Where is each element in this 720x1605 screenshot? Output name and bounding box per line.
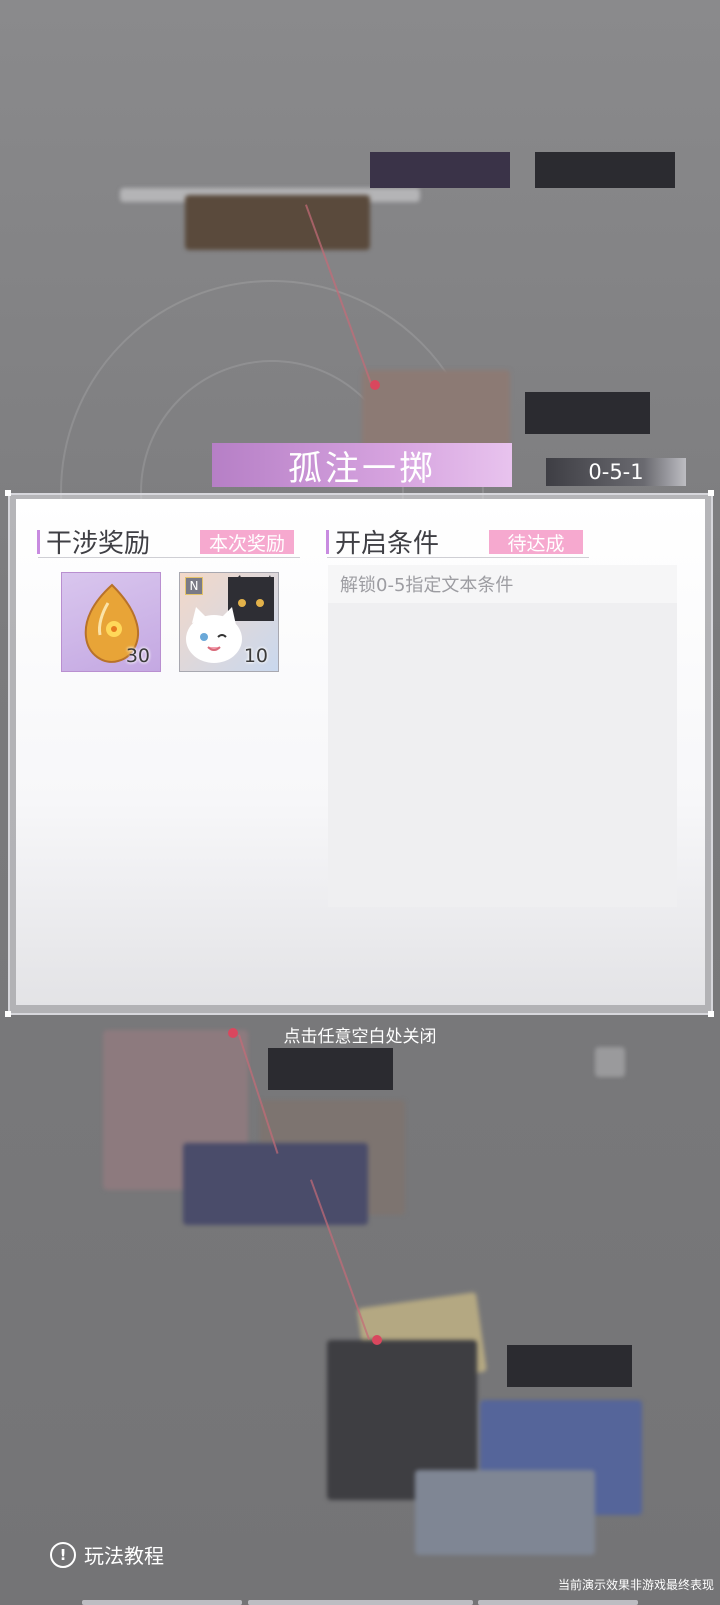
bg-node-tag xyxy=(507,1345,632,1387)
system-bar-segment xyxy=(478,1600,638,1605)
tutorial-button[interactable]: ! 玩法教程 xyxy=(50,1540,164,1569)
frame-corner xyxy=(708,1011,714,1017)
frame-corner xyxy=(5,1011,11,1017)
condition-section-title: 开启条件 xyxy=(335,529,440,559)
condition-list: 解锁0-5指定文本条件 xyxy=(328,565,677,907)
reward-section-header: 干涉奖励 xyxy=(37,523,150,560)
close-hint[interactable]: 点击任意空白处关闭 xyxy=(0,1022,720,1047)
bg-node-tag xyxy=(535,152,675,188)
reward-item-count: 10 xyxy=(243,645,268,667)
disclaimer-text: 当前演示效果非游戏最终表现 xyxy=(557,1578,714,1592)
stage-code-label: 0-5-1 xyxy=(546,458,686,486)
reward-item-count: 30 xyxy=(125,645,150,667)
bg-node-tag xyxy=(370,152,510,188)
reward-item-cat-card[interactable]: N 10 xyxy=(179,572,279,672)
condition-item: 解锁0-5指定文本条件 xyxy=(328,565,677,603)
stage-title-banner: 孤注一掷 xyxy=(212,443,512,489)
red-pin xyxy=(372,1335,382,1345)
condition-status-tag: 待达成 xyxy=(489,530,583,555)
reward-item-amber[interactable]: 30 xyxy=(61,572,161,672)
bg-node-tag xyxy=(268,1048,393,1090)
section-divider xyxy=(38,557,300,558)
rarity-badge: N xyxy=(185,577,203,595)
bg-photo xyxy=(595,1047,625,1077)
reward-section-title: 干涉奖励 xyxy=(46,529,151,559)
tutorial-label: 玩法教程 xyxy=(84,1544,164,1568)
stage-title: 孤注一掷 xyxy=(288,448,436,489)
exclamation-icon: ! xyxy=(50,1541,76,1568)
section-divider xyxy=(327,557,589,558)
red-pin xyxy=(370,380,380,390)
reward-tag: 本次奖励 xyxy=(200,530,294,555)
bg-photo xyxy=(183,1143,368,1225)
system-bar-segment xyxy=(82,1600,242,1605)
frame-corner xyxy=(5,490,11,496)
frame-corner xyxy=(708,490,714,496)
bg-node-image xyxy=(185,195,370,250)
condition-section-header: 开启条件 xyxy=(326,523,439,560)
system-bar-segment xyxy=(248,1600,473,1605)
bg-photo xyxy=(415,1470,595,1555)
bg-node-tag xyxy=(525,392,650,434)
